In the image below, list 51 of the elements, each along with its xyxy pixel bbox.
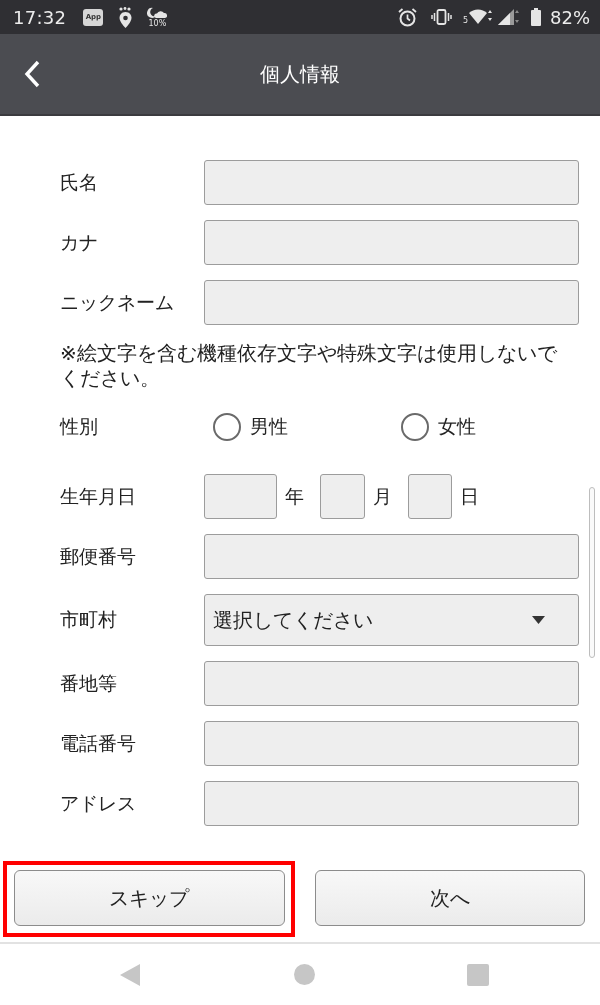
back-nav-button[interactable] [119, 962, 141, 987]
field-label: カナ [60, 229, 99, 255]
date-input-field[interactable] [408, 474, 452, 519]
input-field[interactable] [204, 280, 579, 325]
field-label: 生年月日 [60, 483, 137, 509]
field-label: ニックネーム [60, 289, 175, 315]
vibrate-icon [430, 9, 452, 25]
wifi-icon [469, 9, 493, 25]
home-icon [293, 964, 315, 985]
field-label: 番地等 [60, 670, 118, 696]
field-label: 電話番号 [60, 730, 137, 756]
recents-nav-button[interactable] [467, 963, 489, 986]
caret-icon [532, 616, 545, 624]
battery-percent: 82% [550, 6, 590, 28]
signal-icon [498, 9, 520, 25]
date-unit: 月 [373, 483, 392, 509]
map-pin-icon [118, 6, 134, 28]
date-input-field[interactable] [204, 474, 277, 519]
wifi-band-label: 5 [462, 16, 468, 25]
field-label: アドレス [60, 790, 137, 816]
alarm-clock-icon [397, 7, 417, 27]
weather-percent: 10% [148, 18, 167, 28]
date-input-field[interactable] [320, 474, 365, 519]
field-label: 性別 [60, 413, 99, 439]
date-unit: 年 [285, 483, 304, 509]
input-field[interactable] [204, 781, 579, 826]
page-title: 個人情報 [260, 60, 340, 88]
radio-label: 女性 [437, 413, 476, 439]
moon-cloud-icon [147, 6, 168, 19]
battery-icon [531, 8, 541, 26]
field-label: 市町村 [60, 607, 118, 632]
radio-button[interactable] [400, 412, 429, 441]
input-field[interactable] [204, 160, 579, 205]
radio-button[interactable] [213, 412, 241, 441]
field-label: 郵便番号 [60, 543, 137, 569]
input-field[interactable] [204, 534, 579, 579]
note-text: ※絵文字を含む機種依存文字や特殊文字は使用しないでください。 [60, 341, 558, 391]
recent-apps-icon [467, 963, 489, 986]
input-field[interactable] [204, 661, 579, 706]
chevron-left-icon [24, 60, 40, 88]
home-nav-button[interactable] [293, 964, 315, 985]
date-unit: 日 [460, 483, 479, 509]
select-field[interactable]: 選択してください [204, 594, 579, 646]
next-button[interactable]: 次へ [314, 870, 585, 926]
radio-label: 男性 [250, 413, 288, 439]
field-label: 氏名 [60, 169, 99, 195]
status-time: 17:32 [13, 6, 67, 28]
input-field[interactable] [204, 220, 579, 265]
skip-button[interactable]: スキップ [14, 870, 285, 926]
input-field[interactable] [204, 721, 579, 766]
back-icon [119, 962, 141, 987]
